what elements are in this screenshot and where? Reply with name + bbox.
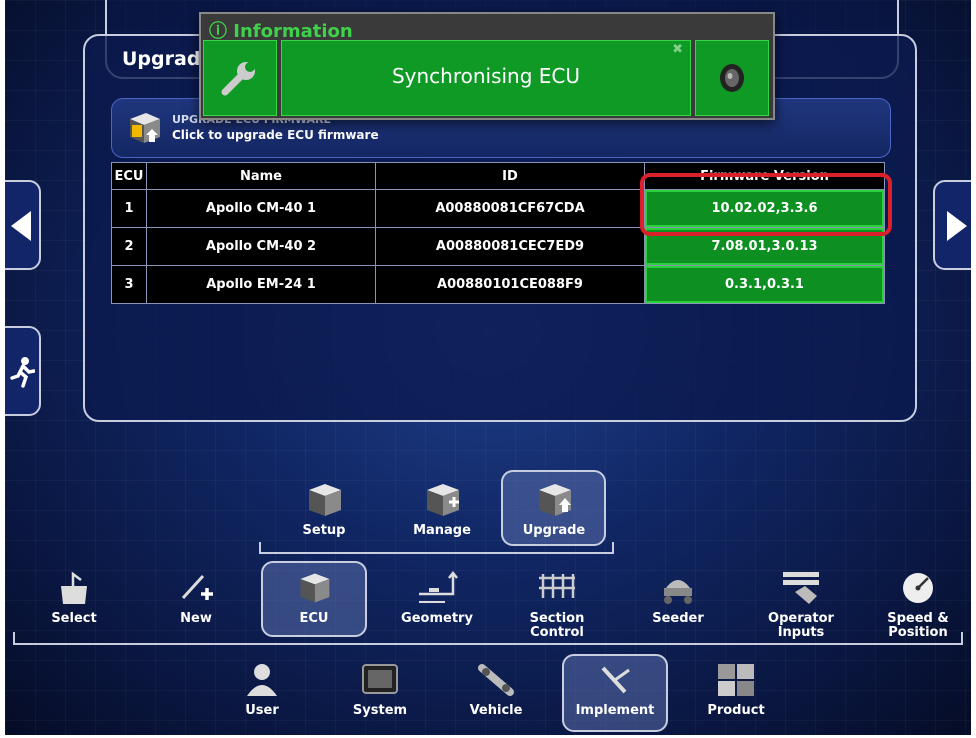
speaker-button[interactable] (695, 40, 769, 116)
message-cell: Synchronising ECU ✖ (281, 40, 691, 116)
geometry-icon (419, 570, 458, 603)
ecu-name: Apollo CM-40 1 (146, 189, 376, 228)
submenu-bracket-left (259, 542, 261, 554)
seeder-icon (664, 580, 692, 604)
exit-icon (10, 357, 35, 388)
menu-seeder[interactable]: Seeder (643, 570, 713, 626)
ecu-upgrade-icon (124, 109, 164, 151)
submenu-setup-label: Setup (302, 523, 346, 538)
next-page-button[interactable] (933, 180, 971, 270)
ecu-icon (300, 573, 330, 603)
wrench-icon (221, 62, 255, 96)
system-icon (362, 664, 398, 694)
submenu-manage[interactable]: Manage (407, 482, 477, 538)
ecu-name: Apollo EM-24 1 (146, 265, 376, 304)
speed-position-icon (903, 573, 933, 603)
menu-ecu[interactable]: ECU (279, 570, 349, 626)
header-id: ID (375, 162, 645, 190)
menu-operator-inputs[interactable]: Operator Inputs (757, 570, 845, 640)
submenu-bracket-right (612, 542, 614, 554)
implement-menu-bracket (13, 643, 963, 645)
speaker-icon (720, 64, 744, 92)
product-icon (718, 664, 754, 696)
firmware-version-cell[interactable]: 0.3.1,0.3.1 (644, 265, 885, 304)
ecu-manage-icon (427, 484, 459, 516)
submenu-upgrade[interactable]: Upgrade (519, 482, 589, 538)
ecu-upgrade-icon (539, 484, 571, 516)
operator-inputs-icon (783, 572, 819, 604)
ecu-id: A00880081CEC7ED9 (375, 227, 645, 266)
firmware-bar-subtitle: Click to upgrade ECU firmware (172, 128, 379, 142)
menu-geometry[interactable]: Geometry (399, 570, 475, 626)
implement-bracket-right (961, 632, 963, 644)
menu-user[interactable]: User (227, 662, 297, 718)
header-name: Name (146, 162, 376, 190)
table-row[interactable]: 3 Apollo EM-24 1 A00880101CE088F9 0.3.1,… (111, 265, 885, 304)
left-arrow-icon (11, 211, 31, 241)
info-icon: ⓘ (209, 21, 227, 42)
menu-section-control[interactable]: Section Control (517, 570, 597, 640)
exit-button[interactable] (5, 326, 41, 416)
header-ecu: ECU (111, 162, 147, 190)
ecu-id: A00880101CE088F9 (375, 265, 645, 304)
user-icon (247, 664, 277, 696)
new-implement-icon (181, 574, 213, 600)
overlay-message: Synchronising ECU (391, 64, 581, 88)
implement-icon (601, 666, 630, 694)
right-arrow-icon (947, 211, 967, 241)
menu-implement[interactable]: Implement (575, 662, 655, 718)
submenu-upgrade-label: Upgrade (522, 523, 586, 538)
ecu-setup-icon (309, 484, 341, 516)
ecu-number: 3 (111, 265, 147, 304)
information-dialog: ⓘ Information Synchronising ECU ✖ (199, 12, 775, 120)
close-icon[interactable]: ✖ (672, 42, 683, 57)
section-control-icon (539, 574, 575, 598)
previous-page-button[interactable] (5, 180, 41, 270)
submenu-manage-label: Manage (413, 523, 471, 538)
menu-product[interactable]: Product (701, 662, 771, 718)
implement-bracket-left (13, 632, 15, 644)
highlight-annotation (640, 173, 892, 236)
ecu-id: A00880081CF67CDA (375, 189, 645, 228)
menu-system[interactable]: System (345, 662, 415, 718)
screen: Upgrade UPGRADE ECU FIRMWARE Click to up… (5, 0, 971, 735)
menu-vehicle[interactable]: Vehicle (461, 662, 531, 718)
menu-speed-position[interactable]: Speed & Position (875, 570, 961, 640)
submenu-bracket (259, 552, 614, 554)
vehicle-icon (478, 664, 514, 696)
ecu-name: Apollo CM-40 2 (146, 227, 376, 266)
menu-new[interactable]: New (161, 570, 231, 626)
menu-select[interactable]: Select (39, 570, 109, 626)
ecu-number: 2 (111, 227, 147, 266)
ecu-number: 1 (111, 189, 147, 228)
submenu-setup[interactable]: Setup (289, 482, 359, 538)
wrench-cell (203, 40, 277, 116)
select-implement-icon (61, 571, 87, 604)
